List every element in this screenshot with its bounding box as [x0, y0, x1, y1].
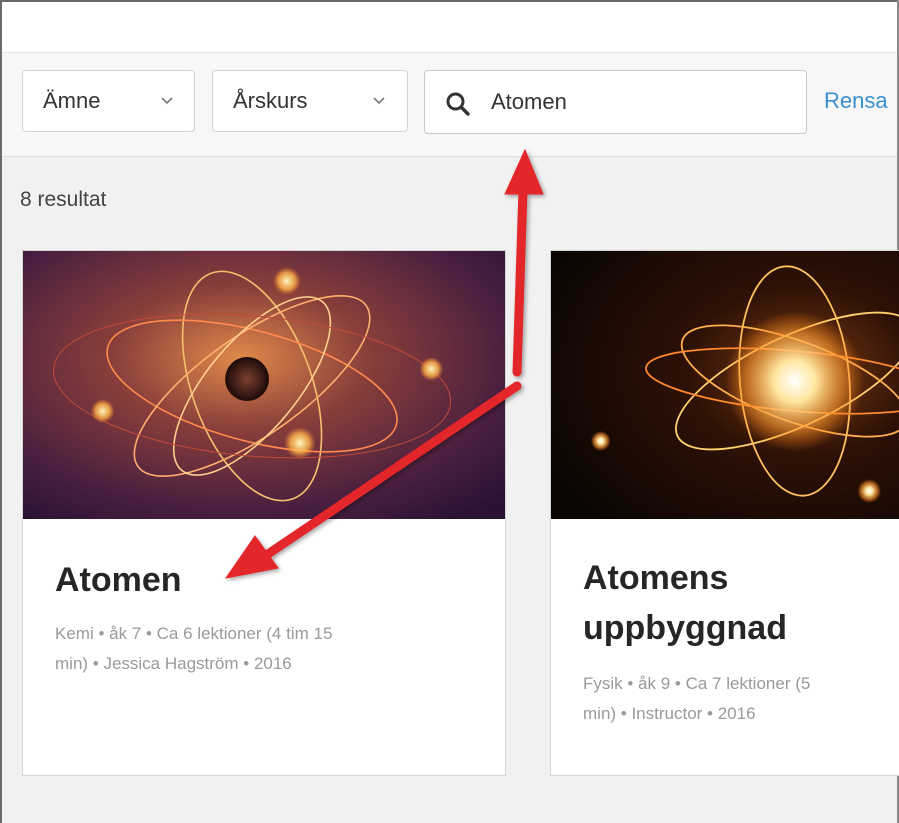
atom-illustration-image [551, 251, 899, 519]
result-card-atomen[interactable]: Atomen Kemi • åk 7 • Ca 6 lektioner (4 t… [22, 250, 506, 776]
search-input-value: Atomen [491, 89, 567, 114]
card-meta-line: Kemi • åk 7 • Ca 6 lektioner (4 tim 15 [55, 624, 333, 643]
clear-search-link[interactable]: Rensa [824, 88, 888, 114]
card-meta-line: min) • Instructor • 2016 [583, 704, 756, 723]
card-title[interactable]: Atomen [55, 555, 182, 605]
chevron-down-icon [161, 97, 173, 105]
card-meta-line: Fysik • åk 9 • Ca 7 lektioner (5 [583, 674, 811, 693]
header-strip [2, 2, 897, 53]
grade-dropdown-label: Årskurs [233, 88, 308, 113]
search-icon [446, 92, 470, 116]
card-title[interactable]: Atomens [583, 553, 728, 603]
result-count: 8 resultat [20, 188, 107, 211]
search-input[interactable]: Atomen [424, 70, 807, 134]
chevron-down-icon [373, 97, 385, 105]
result-card-atomens-uppbyggnad[interactable]: Atomens uppbyggnad Fysik • åk 9 • Ca 7 l… [550, 250, 899, 776]
grade-dropdown[interactable]: Årskurs [212, 70, 408, 132]
card-title[interactable]: uppbyggnad [583, 603, 787, 653]
subject-dropdown-label: Ämne [43, 88, 101, 113]
atom-illustration-image [23, 251, 505, 519]
card-meta-line: min) • Jessica Hagström • 2016 [55, 654, 292, 673]
subject-dropdown[interactable]: Ämne [22, 70, 195, 132]
